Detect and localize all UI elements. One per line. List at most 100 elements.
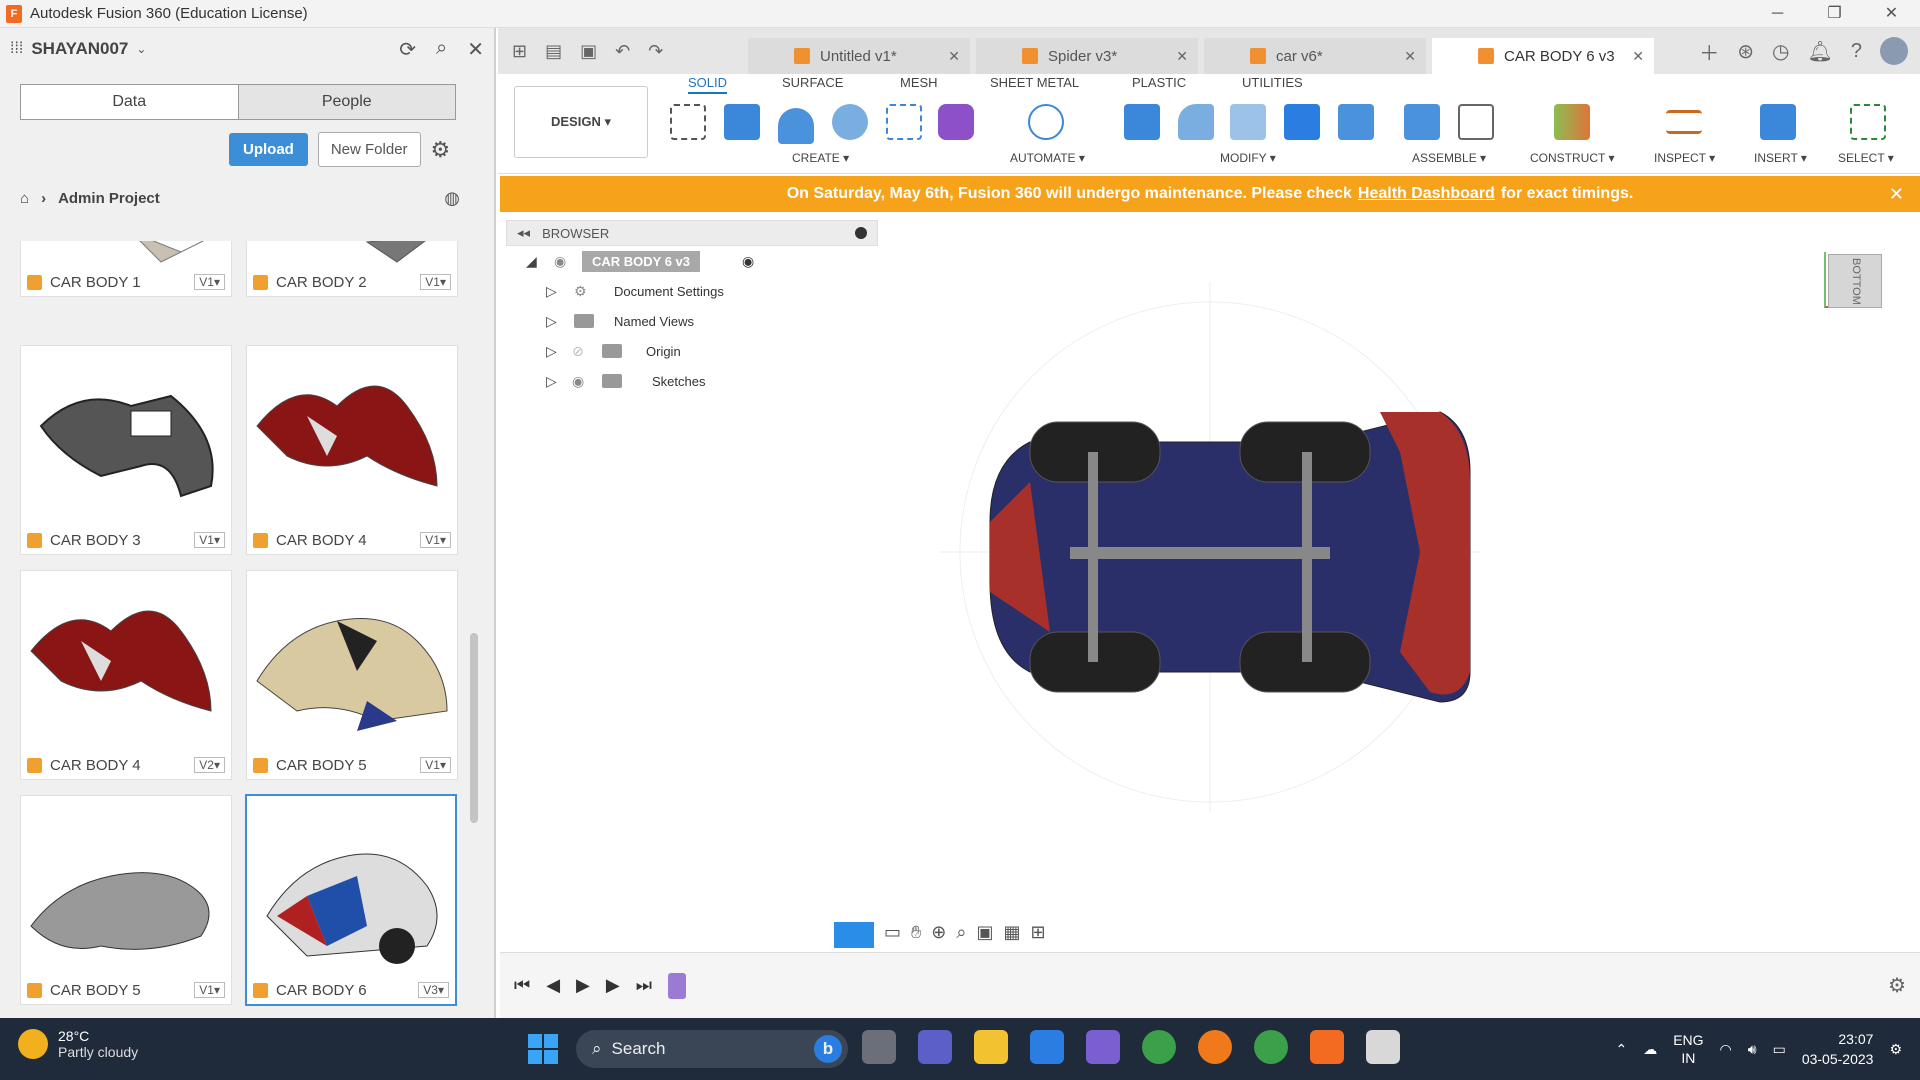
settings-gear-icon[interactable]: ⚙: [431, 137, 451, 163]
close-tab-icon[interactable]: ✕: [1632, 48, 1644, 65]
collapse-browser-icon[interactable]: ◂◂: [517, 225, 530, 241]
fit-icon[interactable]: ⌕: [956, 922, 966, 948]
new-tab-icon[interactable]: ＋: [1699, 37, 1719, 66]
automate-menu[interactable]: AUTOMATE ▾: [1010, 151, 1085, 165]
undo-icon[interactable]: ↶: [615, 41, 630, 62]
minimize-icon[interactable]: ─: [1749, 0, 1806, 28]
chat-icon[interactable]: [918, 1030, 952, 1064]
bing-icon[interactable]: b: [814, 1035, 842, 1063]
expand-triangle-icon[interactable]: ▷: [546, 313, 557, 330]
refresh-icon[interactable]: ⟳: [399, 37, 416, 62]
timeline-settings-icon[interactable]: ⚙: [1888, 973, 1906, 998]
chevron-down-icon[interactable]: ⌄: [136, 42, 146, 56]
construct-plane-icon[interactable]: [1554, 104, 1590, 140]
wifi-icon[interactable]: ◠: [1720, 1041, 1732, 1058]
version-badge[interactable]: V1▾: [420, 757, 451, 773]
restore-icon[interactable]: ❐: [1806, 0, 1863, 28]
app-grid-icon[interactable]: ⊞: [512, 41, 527, 62]
start-button[interactable]: [528, 1034, 558, 1064]
press-pull-icon[interactable]: [1124, 104, 1160, 140]
tab-data[interactable]: Data: [21, 85, 238, 119]
file-explorer-icon[interactable]: [974, 1030, 1008, 1064]
select-menu[interactable]: SELECT ▾: [1838, 151, 1894, 165]
version-badge[interactable]: V2▾: [194, 757, 225, 773]
notification-icon[interactable]: ⚙: [1889, 1041, 1902, 1058]
modify-menu[interactable]: MODIFY ▾: [1220, 151, 1276, 165]
offset-face-icon[interactable]: [1338, 104, 1374, 140]
upload-button[interactable]: Upload: [229, 133, 308, 166]
grid-settings-icon[interactable]: ▦: [1003, 922, 1020, 948]
pattern-icon[interactable]: [886, 104, 922, 140]
collapse-triangle-icon[interactable]: ◢: [526, 253, 537, 270]
insert-image-icon[interactable]: [1760, 104, 1796, 140]
weather-widget[interactable]: 28°C Partly cloudy: [18, 1028, 138, 1060]
step-back-icon[interactable]: ◀: [546, 975, 560, 996]
visibility-eye-icon[interactable]: ◉: [572, 373, 584, 390]
doc-tab[interactable]: Spider v3* ✕: [976, 38, 1198, 74]
avatar[interactable]: [1880, 37, 1908, 65]
select-box-icon[interactable]: [1850, 104, 1886, 140]
file-card[interactable]: CAR BODY 5 V1▾: [20, 795, 232, 1005]
tab-sheet-metal[interactable]: SHEET METAL: [990, 74, 1079, 94]
snipping-tool-icon[interactable]: [1366, 1030, 1400, 1064]
media-icon[interactable]: [1086, 1030, 1120, 1064]
tab-surface[interactable]: SURFACE: [782, 74, 843, 94]
create-sketch-icon[interactable]: [670, 104, 706, 140]
taskbar-search[interactable]: ⌕ Search b: [576, 1030, 848, 1068]
clock[interactable]: 23:07 03-05-2023: [1802, 1029, 1874, 1069]
fillet-icon[interactable]: [1178, 104, 1214, 140]
close-panel-icon[interactable]: ✕: [467, 37, 484, 62]
file-card-selected[interactable]: CAR BODY 6 V3▾: [245, 794, 457, 1006]
construct-menu[interactable]: CONSTRUCT ▾: [1530, 151, 1614, 165]
close-icon[interactable]: ✕: [1863, 0, 1920, 28]
timeline-feature-marker[interactable]: [667, 972, 686, 999]
shell-icon[interactable]: [1230, 104, 1266, 140]
joint-icon[interactable]: [1458, 104, 1494, 140]
combine-icon[interactable]: [1284, 104, 1320, 140]
go-to-start-icon[interactable]: ⏮: [514, 975, 530, 996]
battery-icon[interactable]: ▭: [1773, 1041, 1786, 1058]
version-badge[interactable]: V1▾: [420, 274, 451, 290]
volume-icon[interactable]: 🔊︎: [1748, 1041, 1757, 1058]
globe-icon[interactable]: ◍: [444, 188, 460, 209]
tab-utilities[interactable]: UTILITIES: [1242, 74, 1303, 94]
file-card[interactable]: CAR BODY 5 V1▾: [246, 570, 458, 780]
measure-icon[interactable]: [1666, 110, 1702, 134]
fusion360-taskbar-icon[interactable]: [1310, 1030, 1344, 1064]
version-badge[interactable]: V1▾: [194, 982, 225, 998]
file-card[interactable]: CAR BODY 1 V1▾: [20, 241, 232, 297]
new-component-icon[interactable]: [1404, 104, 1440, 140]
workspace-switcher[interactable]: DESIGN ▾: [514, 86, 648, 158]
close-tab-icon[interactable]: ✕: [1176, 48, 1188, 65]
display-settings-icon[interactable]: ▣: [976, 922, 993, 948]
extensions-icon[interactable]: ⊛: [1737, 39, 1754, 64]
task-view-icon[interactable]: [862, 1030, 896, 1064]
file-card[interactable]: CAR BODY 4 V2▾: [20, 570, 232, 780]
chevron-up-icon[interactable]: ⌃: [1615, 1041, 1627, 1058]
new-folder-button[interactable]: New Folder: [317, 132, 421, 167]
store-icon[interactable]: [1030, 1030, 1064, 1064]
chrome-icon[interactable]: [1142, 1030, 1176, 1064]
version-badge[interactable]: V1▾: [420, 532, 451, 548]
doc-tab[interactable]: Untitled v1* ✕: [748, 38, 970, 74]
expand-triangle-icon[interactable]: ▷: [546, 373, 557, 390]
version-badge[interactable]: V3▾: [418, 982, 449, 998]
create-form-icon[interactable]: [938, 104, 974, 140]
view-cube-face[interactable]: BOTTOM: [1828, 254, 1882, 308]
firefox-icon[interactable]: [1198, 1030, 1232, 1064]
team-icon[interactable]: ⁞⁞⁞: [10, 40, 23, 58]
hole-icon[interactable]: [832, 104, 868, 140]
assemble-menu[interactable]: ASSEMBLE ▾: [1412, 151, 1486, 165]
car-body-model[interactable]: [800, 252, 1760, 872]
activate-radio-icon[interactable]: ◉: [742, 253, 754, 270]
chrome-profile-icon[interactable]: [1254, 1030, 1288, 1064]
onedrive-icon[interactable]: ☁: [1643, 1041, 1657, 1058]
viewports-icon[interactable]: ⊞: [1031, 922, 1046, 948]
hidden-eye-icon[interactable]: ⊘: [572, 343, 584, 360]
doc-tab[interactable]: car v6* ✕: [1204, 38, 1426, 74]
zoom-icon[interactable]: ⊕: [931, 922, 946, 948]
job-status-icon[interactable]: ◷: [1772, 39, 1789, 64]
expand-triangle-icon[interactable]: ▷: [546, 283, 557, 300]
automate-icon[interactable]: [1028, 104, 1064, 140]
help-icon[interactable]: ?: [1851, 40, 1862, 63]
